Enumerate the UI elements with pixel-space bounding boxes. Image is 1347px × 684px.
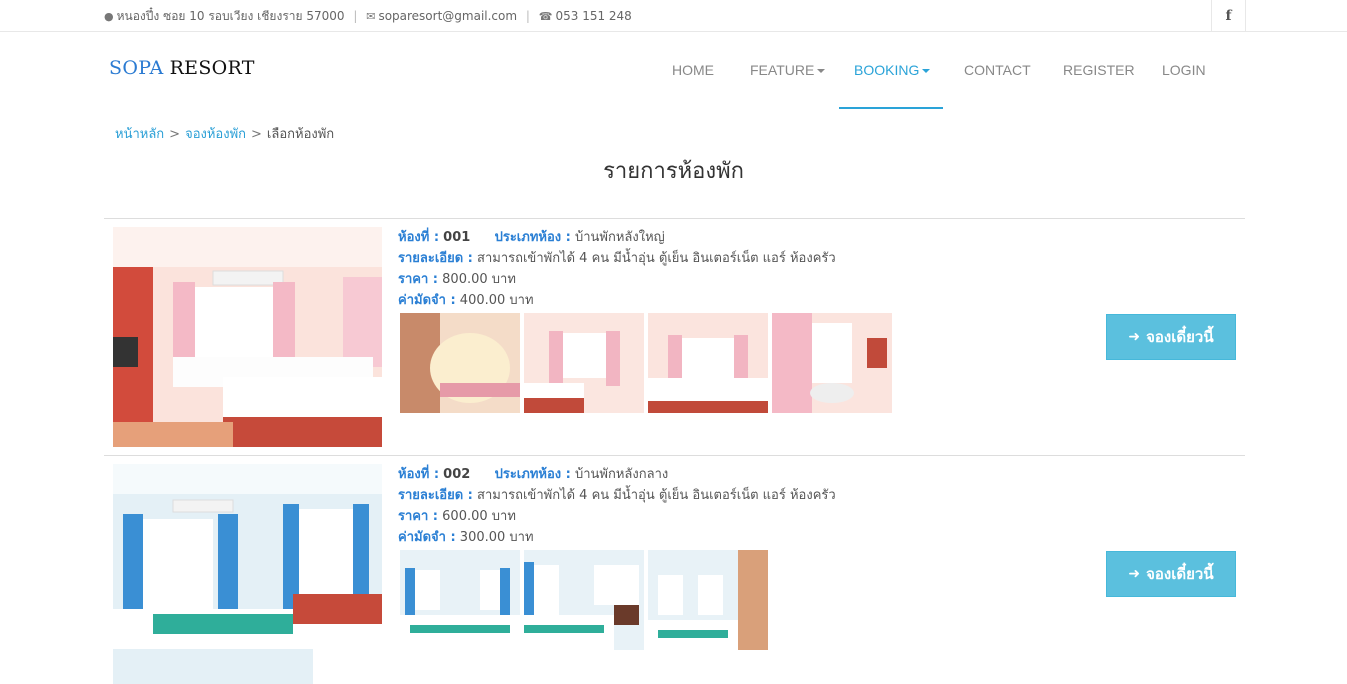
price-value: 800.00 บาท [442,272,516,287]
envelope-icon: ✉ [366,10,376,23]
detail-line: รายละเอียด : สามารถเข้าพักได้ 4 คน มีน้ำ… [398,485,1038,506]
gallery-thumbnail[interactable] [524,313,644,413]
nav-contact[interactable]: CONTACT [964,62,1031,78]
deposit-label: ค่ามัดจำ : [398,530,456,545]
sign-in-icon: ➜ [1128,566,1141,582]
gallery-thumbnail[interactable] [648,550,768,650]
gallery-thumbnail[interactable] [648,313,768,413]
breadcrumb: หน้าหลัก > จองห้องพัก > เลือกห้องพัก [115,123,334,144]
deposit-value: 300.00 บาท [459,530,534,545]
facebook-icon[interactable]: f [1211,0,1246,31]
detail-line: รายละเอียด : สามารถเข้าพักได้ 4 คน มีน้ำ… [398,248,1038,269]
book-now-button[interactable]: ➜ จองเดี๋ยวนี้ [1106,314,1236,360]
nav-feature[interactable]: FEATURE [750,62,826,78]
row-divider [104,455,1245,456]
breadcrumb-separator: > [251,127,262,142]
gallery-thumbnail[interactable] [400,313,520,413]
page-title: รายการห้องพัก [603,159,744,184]
deposit-label: ค่ามัดจำ : [398,293,456,308]
map-marker-icon: ● [104,10,114,23]
divider: | [353,9,358,23]
room-type-label: ประเภทห้อง : [494,467,571,482]
price-line: ราคา : 600.00 บาท [398,506,1038,527]
room-no-value: 002 [443,467,471,482]
room-no-label: ห้องที่ : [398,467,440,482]
breadcrumb-booking[interactable]: จองห้องพัก [185,127,246,142]
deposit-line: ค่ามัดจำ : 300.00 บาท [398,527,1038,548]
address-text: หนองปึ๋ง ซอย 10 รอบเวียง เชียงราย 57000 [116,9,345,23]
detail-label: รายละเอียด : [398,251,473,266]
gallery-thumbnail[interactable] [772,313,892,413]
room-type-value: บ้านพักหลังใหญ่ [574,230,665,245]
price-label: ราคา : [398,509,439,524]
phone-text: 053 151 248 [555,9,632,23]
caret-down-icon [817,69,826,74]
room-header-line: ห้องที่ : 001 ประเภทห้อง : บ้านพักหลังให… [398,227,1038,248]
breadcrumb-home[interactable]: หน้าหลัก [115,127,164,142]
caret-down-icon [922,69,931,74]
room-header-line: ห้องที่ : 002 ประเภทห้อง : บ้านพักหลังกล… [398,464,1038,485]
divider: | [525,9,530,23]
breadcrumb-separator: > [169,127,181,142]
row-divider [104,218,1245,219]
price-label: ราคา : [398,272,439,287]
nav-register[interactable]: REGISTER [1063,62,1135,78]
room-details: ห้องที่ : 002 ประเภทห้อง : บ้านพักหลังกล… [398,464,1038,548]
deposit-value: 400.00 บาท [459,293,534,308]
breadcrumb-current: เลือกห้องพัก [266,127,335,142]
detail-label: รายละเอียด : [398,488,473,503]
gallery-thumbnail[interactable] [400,550,520,650]
book-now-label: จองเดี๋ยวนี้ [1146,328,1214,346]
room-no-value: 001 [443,230,471,245]
room-photo[interactable] [113,464,382,684]
nav-login[interactable]: LOGIN [1162,62,1206,78]
contact-info: ● หนองปึ๋ง ซอย 10 รอบเวียง เชียงราย 57000… [104,7,632,26]
nav-feature-label: FEATURE [750,62,815,78]
active-nav-indicator [839,107,943,109]
room-photo[interactable] [113,227,382,447]
room-type-label: ประเภทห้อง : [494,230,571,245]
book-now-button[interactable]: ➜ จองเดี๋ยวนี้ [1106,551,1236,597]
price-line: ราคา : 800.00 บาท [398,269,1038,290]
gallery-thumbnail[interactable] [524,550,644,650]
detail-value: สามารถเข้าพักได้ 4 คน มีน้ำอุ่น ตู้เย็น … [477,251,836,266]
top-bar: ● หนองปึ๋ง ซอย 10 รอบเวียง เชียงราย 57000… [0,0,1347,32]
detail-value: สามารถเข้าพักได้ 4 คน มีน้ำอุ่น ตู้เย็น … [477,488,836,503]
nav-booking-label: BOOKING [854,62,920,78]
book-now-label: จองเดี๋ยวนี้ [1146,565,1214,583]
email-text[interactable]: soparesort@gmail.com [378,9,517,23]
sign-in-icon: ➜ [1128,329,1141,345]
room-details: ห้องที่ : 001 ประเภทห้อง : บ้านพักหลังให… [398,227,1038,311]
room-no-label: ห้องที่ : [398,230,440,245]
nav-booking[interactable]: BOOKING [854,62,931,78]
phone-icon: ☎ [538,10,553,23]
room-type-value: บ้านพักหลังกลาง [574,467,669,482]
deposit-line: ค่ามัดจำ : 400.00 บาท [398,290,1038,311]
nav-home[interactable]: HOME [672,62,714,78]
main-nav: HOME FEATURE BOOKING CONTACT REGISTER LO… [0,62,1347,82]
price-value: 600.00 บาท [442,509,516,524]
